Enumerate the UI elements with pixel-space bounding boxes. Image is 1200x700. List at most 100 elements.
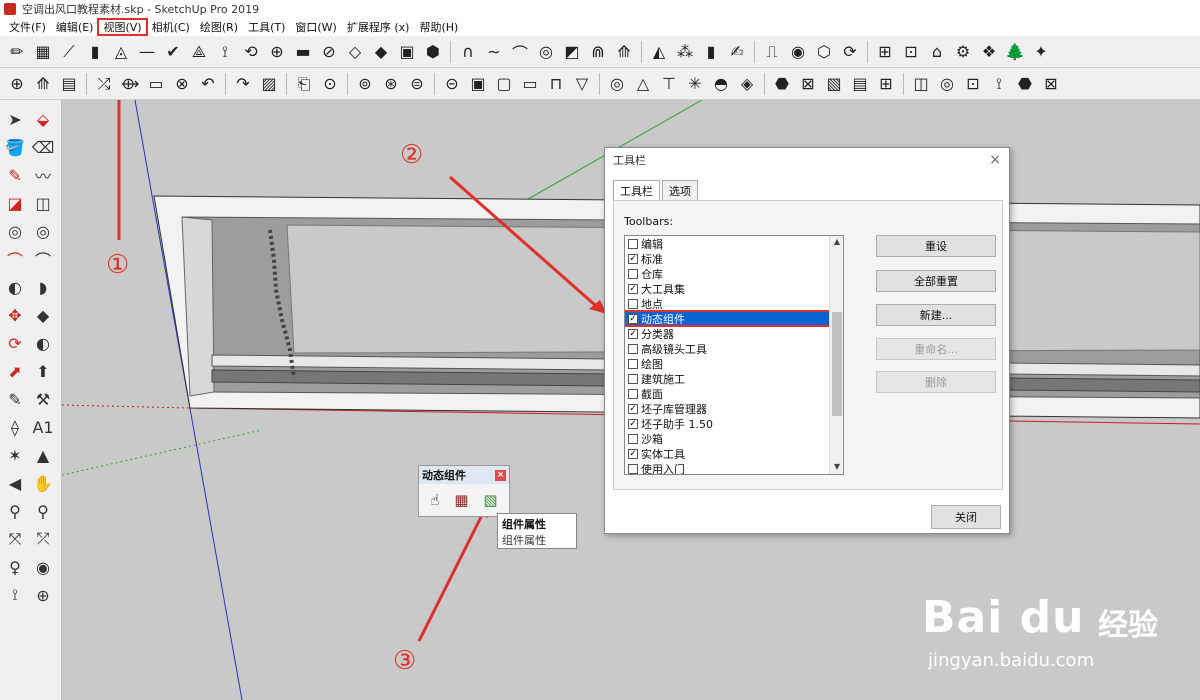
left-tool-icon[interactable]: ◎	[2, 218, 28, 244]
toolbar-row1-tool-icon[interactable]: ▦	[32, 41, 54, 63]
toolbar-row1-tool-icon[interactable]: ⟳	[839, 41, 861, 63]
toolbars-list-scrollbar[interactable]: ▲ ▼	[829, 236, 843, 474]
left-tool-icon[interactable]: 🪣	[2, 134, 28, 160]
left-tool-icon[interactable]: ♀	[2, 554, 28, 580]
toolbar-row2-tool-icon[interactable]: ▧	[823, 73, 845, 95]
toolbars-list[interactable]: 编辑 ✓ 标准 仓库 ✓ 大工具集 地点 ✓ 动态组件 ✓ 分类器 高级镜头工具 绘图 建筑施工 截面 ✓ 坯子…	[624, 235, 844, 475]
toolbar-row1-tool-icon[interactable]: ⌂	[926, 41, 948, 63]
toolbar-checkbox[interactable]	[628, 268, 638, 279]
menu-item-2[interactable]: 视图(V)	[97, 18, 148, 36]
toolbar-list-item[interactable]: 地点	[625, 296, 843, 311]
toolbar-row2-tool-icon[interactable]: ⊙	[319, 73, 341, 95]
left-tool-icon[interactable]: ⤱	[30, 526, 56, 552]
toolbar-row2-tool-icon[interactable]: ◈	[736, 73, 758, 95]
scroll-down-icon[interactable]: ▼	[830, 462, 843, 474]
scroll-up-icon[interactable]: ▲	[830, 237, 843, 249]
scroll-thumb[interactable]	[832, 312, 842, 416]
toolbar-row1-tool-icon[interactable]: —	[136, 41, 158, 63]
toolbar-list-item[interactable]: 高级镜头工具	[625, 341, 843, 356]
left-tool-icon[interactable]: ◫	[30, 190, 56, 216]
dynamic-components-toolbar[interactable]: 动态组件 × ☝ ▦ ▧	[418, 465, 510, 517]
toolbar-checkbox[interactable]: ✓	[628, 403, 638, 414]
left-tool-icon[interactable]: ✶	[2, 442, 28, 468]
toolbar-row2-tool-icon[interactable]: ⊡	[962, 73, 984, 95]
toolbar-checkbox[interactable]	[628, 358, 638, 369]
toolbar-row1-tool-icon[interactable]: ⚙	[952, 41, 974, 63]
left-tool-icon[interactable]: ⬈	[2, 358, 28, 384]
left-tool-icon[interactable]: ⌒	[2, 246, 28, 272]
toolbar-row1-tool-icon[interactable]: ⊞	[874, 41, 896, 63]
toolbar-row1-tool-icon[interactable]: ▬	[292, 41, 314, 63]
toolbar-row2-tool-icon[interactable]: ▽	[571, 73, 593, 95]
toolbar-list-item[interactable]: 绘图	[625, 356, 843, 371]
left-tool-icon[interactable]: ⚒	[30, 386, 56, 412]
toolbar-checkbox[interactable]: ✓	[628, 283, 638, 294]
left-tool-icon[interactable]: ⚲	[30, 498, 56, 524]
toolbar-list-item[interactable]: ✓ 实体工具	[625, 446, 843, 461]
toolbar-list-item[interactable]: ✓ 动态组件	[625, 310, 843, 327]
left-tool-icon[interactable]: ◗	[30, 274, 56, 300]
toolbar-row1-tool-icon[interactable]: ∩	[457, 41, 479, 63]
toolbar-row2-tool-icon[interactable]: ⬣	[1014, 73, 1036, 95]
toolbar-row1-tool-icon[interactable]: ⟰	[613, 41, 635, 63]
dynamic-components-header[interactable]: 动态组件 ×	[419, 466, 509, 484]
toolbar-checkbox[interactable]: ✓	[628, 313, 638, 324]
toolbar-list-item[interactable]: 编辑	[625, 236, 843, 251]
dynamic-components-close-button[interactable]: ×	[495, 469, 506, 481]
toolbar-row2-tool-icon[interactable]: ▣	[467, 73, 489, 95]
toolbar-row2-tool-icon[interactable]: ▭	[145, 73, 167, 95]
toolbar-row1-tool-icon[interactable]: ✦	[1030, 41, 1052, 63]
toolbar-row2-tool-icon[interactable]: ⊗	[171, 73, 193, 95]
toolbar-row2-tool-icon[interactable]: ⊤	[658, 73, 680, 95]
toolbar-row1-tool-icon[interactable]: ⟁	[188, 41, 210, 63]
toolbar-list-item[interactable]: 截面	[625, 386, 843, 401]
toolbar-row1-tool-icon[interactable]: ⊕	[266, 41, 288, 63]
new-toolbar-button[interactable]: 新建...	[876, 304, 996, 326]
toolbar-row1-tool-icon[interactable]: ⌒	[509, 41, 531, 63]
toolbar-checkbox[interactable]: ✓	[628, 253, 638, 264]
toolbar-row1-tool-icon[interactable]: ⋒	[587, 41, 609, 63]
toolbar-list-item[interactable]: 沙箱	[625, 431, 843, 446]
left-tool-icon[interactable]: ◪	[2, 190, 28, 216]
toolbar-checkbox[interactable]: ✓	[628, 418, 638, 429]
toolbar-row2-tool-icon[interactable]: ⟴	[119, 73, 141, 95]
toolbar-row1-tool-icon[interactable]: ∼	[483, 41, 505, 63]
toolbar-row2-tool-icon[interactable]: ⊠	[797, 73, 819, 95]
toolbar-row1-tool-icon[interactable]: ✔	[162, 41, 184, 63]
toolbar-row2-tool-icon[interactable]: ▤	[849, 73, 871, 95]
left-tool-icon[interactable]: ◐	[30, 330, 56, 356]
left-tool-icon[interactable]: ⤧	[2, 526, 28, 552]
left-tool-icon[interactable]: ⟳	[2, 330, 28, 356]
toolbar-row1-tool-icon[interactable]: ⁂	[674, 41, 696, 63]
toolbar-row1-tool-icon[interactable]: ◬	[110, 41, 132, 63]
menu-item-1[interactable]: 编辑(E)	[51, 19, 99, 35]
tab-toolbars[interactable]: 工具栏	[613, 180, 660, 201]
toolbar-row1-tool-icon[interactable]: 🌲	[1004, 41, 1026, 63]
left-tool-icon[interactable]: ✋	[30, 470, 56, 496]
left-tool-icon[interactable]: ➤	[2, 106, 28, 132]
left-tool-icon[interactable]: ⬆	[30, 358, 56, 384]
tab-options[interactable]: 选项	[662, 180, 698, 201]
toolbar-row1-tool-icon[interactable]: ◆	[370, 41, 392, 63]
toolbar-row1-tool-icon[interactable]: ⟟	[214, 41, 236, 63]
left-tool-icon[interactable]: ⌫	[30, 134, 56, 160]
toolbar-row1-tool-icon[interactable]: ✏	[6, 41, 28, 63]
left-tool-icon[interactable]: ◀	[2, 470, 28, 496]
toolbar-checkbox[interactable]	[628, 433, 638, 444]
toolbar-checkbox[interactable]	[628, 373, 638, 384]
reset-button[interactable]: 重设	[876, 235, 996, 257]
toolbar-row2-tool-icon[interactable]: ◓	[710, 73, 732, 95]
left-tool-icon[interactable]: ⟟	[2, 582, 28, 608]
toolbar-row1-tool-icon[interactable]: ▣	[396, 41, 418, 63]
toolbar-row2-tool-icon[interactable]: ↶	[197, 73, 219, 95]
left-tool-icon[interactable]: ▲	[30, 442, 56, 468]
toolbar-row2-tool-icon[interactable]: ▤	[58, 73, 80, 95]
toolbar-row1-tool-icon[interactable]: ✍	[726, 41, 748, 63]
toolbar-row2-tool-icon[interactable]: ⊝	[441, 73, 463, 95]
toolbar-list-item[interactable]: ✓ 大工具集	[625, 281, 843, 296]
toolbar-row1-tool-icon[interactable]: ❖	[978, 41, 1000, 63]
toolbar-row1-tool-icon[interactable]: ⟋	[58, 41, 80, 63]
left-tool-icon[interactable]: ◆	[30, 302, 56, 328]
toolbar-row1-tool-icon[interactable]: ⟲	[240, 41, 262, 63]
toolbar-list-item[interactable]: ✓ 标准	[625, 251, 843, 266]
